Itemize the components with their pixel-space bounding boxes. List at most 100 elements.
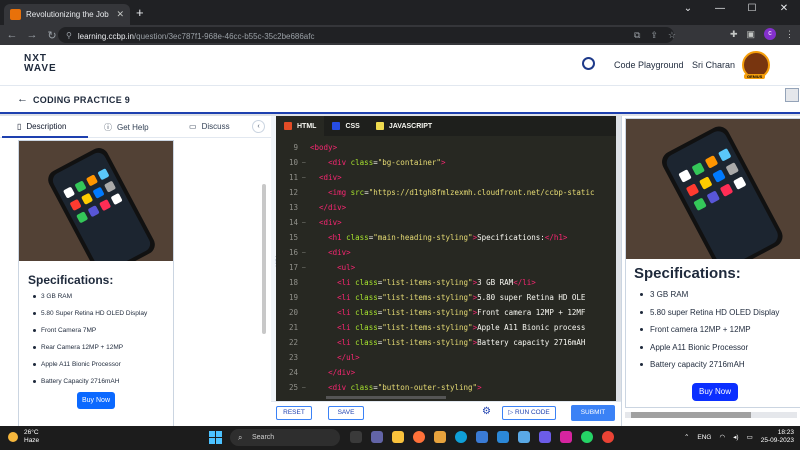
fold-arrow-icon[interactable]: – [302, 380, 306, 395]
side-panel-icon[interactable]: ▣ [746, 29, 755, 40]
list-item: Apple A11 Bionic Processor [31, 360, 147, 377]
preview-buy-now-button[interactable]: Buy Now [77, 392, 115, 409]
back-nav-icon[interactable]: ← [4, 29, 20, 41]
fold-arrow-icon[interactable]: – [302, 260, 306, 275]
volume-icon[interactable]: ◂) [733, 433, 738, 441]
list-item: 3 GB RAM [31, 292, 147, 309]
store-icon[interactable] [476, 431, 488, 443]
browser-tab[interactable]: Revolutionizing the Job Market ✕ [4, 4, 130, 25]
description-panel: ▯ Description ⓘ Get Help ▭ Discuss ‹ Spe… [0, 116, 271, 432]
minimized-window-icon[interactable] [785, 88, 799, 102]
back-arrow-icon[interactable]: ← [17, 93, 28, 105]
code-editor[interactable]: HTML CSS JAVASCRIPT 9 <body> 10– <div clas… [276, 116, 616, 401]
instagram-icon[interactable] [560, 431, 572, 443]
url-path: /question/3ec787f1-968e-46cc-b55c-35c2be… [133, 32, 315, 41]
bookmark-star-icon[interactable]: ☆ [668, 27, 676, 43]
code-token: 3 GB RAM [477, 278, 514, 287]
menu-kebab-icon[interactable]: ⋮ [785, 29, 794, 40]
show-hidden-icons-icon[interactable]: ⌃ [684, 433, 689, 441]
fold-arrow-icon[interactable]: – [302, 170, 306, 185]
line-number: 10 [288, 158, 298, 167]
close-window-button[interactable]: ✕ [768, 0, 800, 25]
nxtwave-logo[interactable]: NXT WAVE [24, 54, 57, 74]
code-text: <li class="list-items-styling">5.80 supe… [310, 290, 585, 305]
code-line: 23 </ul> [276, 350, 616, 365]
output-buy-now-button[interactable]: Buy Now [692, 383, 738, 401]
tab-css[interactable]: CSS [324, 116, 367, 136]
tab-description[interactable]: ▯ Description [17, 122, 66, 131]
code-token: class [346, 233, 369, 242]
tab-javascript[interactable]: JAVASCRIPT [368, 116, 440, 136]
new-tab-button[interactable]: + [136, 5, 144, 20]
url-field[interactable]: ⚲ learning.ccbp.in/question/3ec787f1-968… [58, 27, 676, 43]
line-number: 25 [288, 383, 298, 392]
open-in-app-icon[interactable]: ⧉ [634, 27, 640, 43]
minimize-button[interactable]: — [704, 0, 736, 25]
tab-get-help[interactable]: ⓘ Get Help [104, 122, 149, 133]
tab-search-icon[interactable]: ⌄ [672, 0, 704, 25]
css-file-icon [332, 122, 341, 130]
fold-arrow-icon[interactable]: – [302, 155, 306, 170]
output-horizontal-scrollbar[interactable] [625, 412, 797, 418]
language-indicator[interactable]: ENG [697, 434, 711, 441]
maximize-button[interactable]: ☐ [736, 0, 768, 25]
left-panel-scrollbar[interactable] [262, 184, 266, 334]
fold-arrow-icon[interactable]: – [302, 215, 306, 230]
share-icon[interactable]: ⇪ [650, 27, 658, 43]
collapse-panel-button[interactable]: ‹ [252, 120, 265, 133]
line-number: 9 [293, 143, 298, 152]
js-file-icon [375, 122, 384, 130]
edge-icon[interactable] [455, 431, 467, 443]
files-icon[interactable] [434, 431, 446, 443]
streak-timer-icon[interactable] [582, 57, 595, 70]
code-token: "list-items-styling" [382, 308, 473, 317]
close-tab-icon[interactable]: ✕ [116, 9, 124, 20]
practice-title: CODING PRACTICE 9 [33, 95, 131, 105]
forward-nav-icon[interactable]: → [24, 29, 40, 41]
submit-button[interactable]: SUBMIT [571, 405, 615, 421]
profile-avatar[interactable]: c [764, 28, 776, 40]
list-item: 5.80 Super Retina HD OLED Display [31, 309, 147, 326]
weather-condition: Haze [24, 437, 40, 444]
file-explorer-icon[interactable] [392, 431, 404, 443]
code-text: <div> [310, 170, 342, 185]
code-token: class [350, 383, 374, 392]
tab-html[interactable]: HTML [276, 116, 325, 136]
wifi-icon[interactable]: ◠ [719, 433, 725, 441]
code-line: 22 <li class="list-items-styling">Batter… [276, 335, 616, 350]
extensions-icon[interactable]: ✚ [730, 29, 738, 40]
task-view-icon[interactable] [350, 431, 362, 443]
left-tab-bar: ▯ Description ⓘ Get Help ▭ Discuss ‹ [0, 116, 271, 138]
code-token: </h1> [544, 233, 568, 242]
taskbar-search[interactable]: ⌕ Search [230, 429, 340, 446]
iphone-output-image [626, 119, 800, 259]
teams-icon[interactable] [371, 431, 383, 443]
address-bar: ← → ↻ ⚲ learning.ccbp.in/question/3ec787… [0, 25, 800, 45]
weather-temp: 26°C [24, 429, 39, 436]
save-button[interactable]: SAVE [328, 406, 364, 420]
cloud-app-icon[interactable] [518, 431, 530, 443]
code-line: 10– <div class="bg-container"> [276, 155, 616, 170]
app-badge-icon[interactable] [539, 431, 551, 443]
code-line: 18 <li class="list-items-styling">3 GB R… [276, 275, 616, 290]
clock[interactable]: 18:23 25-09-2023 [761, 429, 794, 445]
mail-icon[interactable] [497, 431, 509, 443]
code-playground-link[interactable]: Code Playground [614, 60, 684, 70]
settings-gear-icon[interactable]: ⚙ [482, 406, 491, 417]
run-code-button[interactable]: ▷ RUN CODE [502, 406, 556, 420]
battery-icon[interactable]: ▭ [747, 433, 753, 441]
line-number: 15 [288, 233, 298, 242]
whatsapp-icon[interactable] [581, 431, 593, 443]
system-tray: ⌃ ENG ◠ ◂) ▭ 18:23 25-09-2023 [684, 429, 794, 445]
firefox-icon[interactable] [413, 431, 425, 443]
tab-discuss[interactable]: ▭ Discuss [189, 122, 230, 131]
chrome-icon[interactable] [602, 431, 614, 443]
username[interactable]: Sri Charan [692, 60, 735, 70]
fold-arrow-icon[interactable]: – [302, 245, 306, 260]
windows-start-icon[interactable] [209, 431, 222, 444]
reset-button[interactable]: RESET [276, 406, 312, 420]
site-info-icon[interactable]: ⚲ [66, 31, 72, 40]
editor-horizontal-scrollbar[interactable] [326, 396, 446, 399]
